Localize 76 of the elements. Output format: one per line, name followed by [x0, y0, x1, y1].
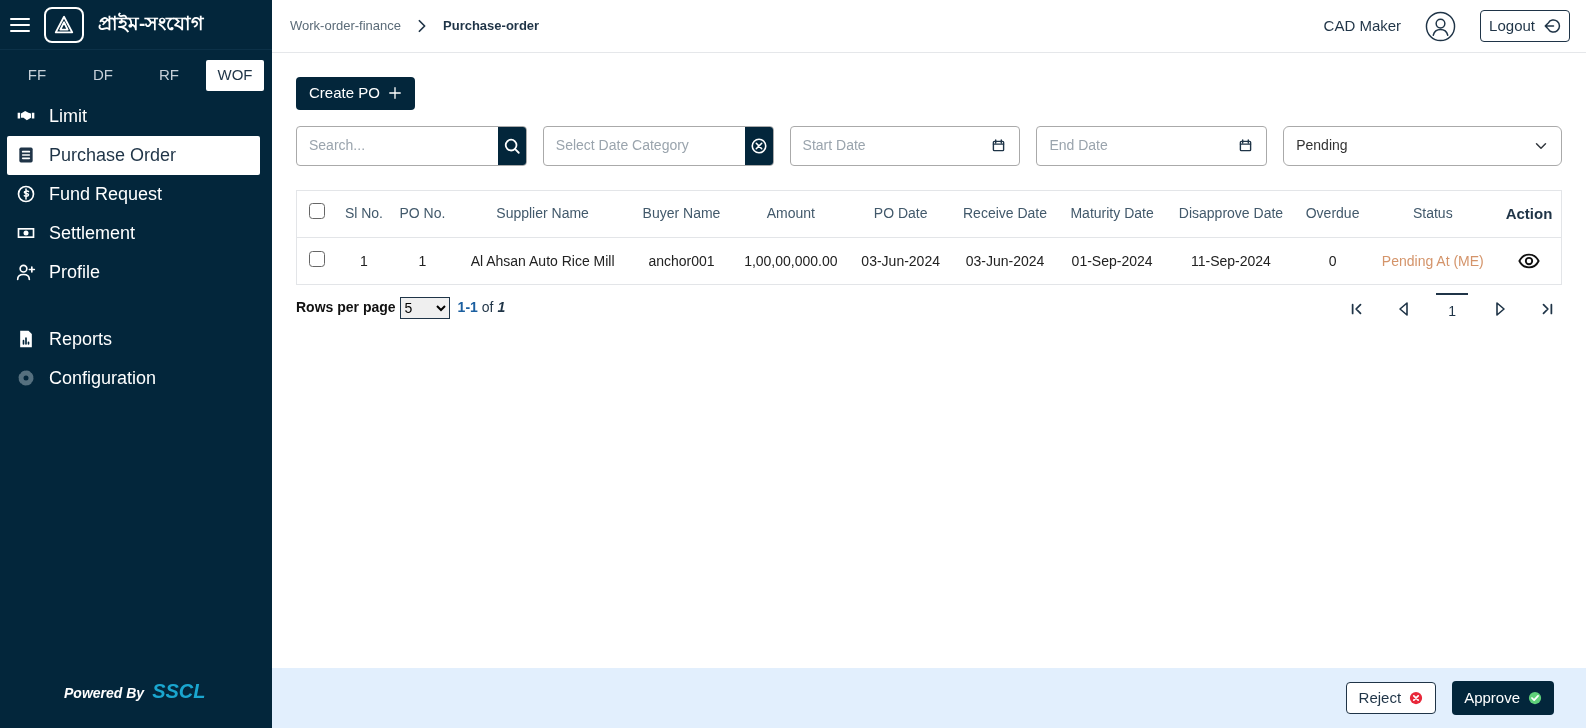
table-cell: 0 — [1296, 237, 1369, 285]
page-range: 1-1 — [457, 298, 478, 318]
page-number-button[interactable]: 1 — [1436, 293, 1468, 323]
sidebar-item[interactable]: Purchase Order — [7, 135, 260, 175]
search-field[interactable]: Search... — [296, 125, 527, 166]
powered-by-text: Powered By — [64, 684, 145, 703]
product-tab[interactable]: WOF — [206, 60, 264, 91]
status-text: Pending At (ME) — [1368, 237, 1498, 285]
logout-icon — [1543, 17, 1561, 35]
total-count: 1 — [497, 298, 506, 318]
plus-icon — [387, 86, 402, 101]
column-header: Amount — [731, 190, 851, 238]
end-date-input[interactable]: End Date — [1037, 135, 1240, 156]
column-header: Sl No. — [337, 190, 391, 238]
last-page-icon — [1540, 301, 1554, 316]
create-po-button[interactable]: Create PO — [296, 77, 415, 110]
of-label: of — [481, 298, 494, 318]
sidebar-item[interactable]: Fund Request — [7, 174, 260, 214]
column-header: Action — [1497, 190, 1561, 238]
triangle-logo-drawing — [53, 13, 75, 36]
table-cell: 01-Sep-2024 — [1058, 237, 1166, 285]
rows-per-page-select[interactable]: 5 — [399, 296, 450, 319]
column-header: Supplier Name — [453, 190, 632, 238]
select-all-checkbox[interactable] — [309, 203, 325, 220]
table-cell: 11-Sep-2024 — [1165, 237, 1297, 285]
calendar-icon — [992, 139, 1006, 152]
close-circle-icon — [749, 136, 768, 155]
company-name: SSCL — [152, 679, 206, 704]
date-category-input[interactable]: Select Date Category — [543, 135, 745, 156]
logout-button[interactable]: Logout — [1480, 9, 1570, 43]
table-cell: 03-Jun-2024 — [951, 237, 1059, 285]
user-plus-icon — [15, 262, 37, 282]
user-name: CAD Maker — [1323, 15, 1402, 36]
rows-per-page-label: Rows per page — [296, 298, 396, 318]
breadcrumb-link[interactable]: Work-order-finance — [290, 16, 402, 36]
column-header: Receive Date — [951, 190, 1059, 238]
product-tab[interactable]: RF — [140, 60, 198, 91]
column-header: Buyer Name — [631, 190, 732, 238]
sidebar-item[interactable]: Limit — [7, 96, 260, 136]
end-date-field[interactable]: End Date — [1036, 125, 1268, 166]
chevron-right-icon — [417, 19, 428, 33]
start-date-input[interactable]: Start Date — [790, 135, 993, 156]
calendar-icon — [1239, 139, 1253, 152]
sidebar-item[interactable]: Settlement — [7, 213, 260, 253]
column-header: Maturity Date — [1058, 190, 1166, 238]
table-cell: 1 — [337, 237, 391, 285]
date-category-field[interactable]: Select Date Category — [542, 125, 774, 166]
table-cell: 1,00,00,000.00 — [731, 237, 851, 285]
search-icon — [502, 136, 521, 155]
dollar-circle-icon — [15, 184, 37, 204]
status-select[interactable]: Pending — [1283, 125, 1562, 166]
table-cell: 1 — [390, 237, 454, 285]
reject-button[interactable]: Reject — [1345, 681, 1437, 715]
table-cell: anchor001 — [631, 237, 732, 285]
table-cell: Al Ahsan Auto Rice Mill — [453, 237, 632, 285]
column-header: Status — [1368, 190, 1498, 238]
sidebar-item[interactable]: Profile — [7, 252, 260, 292]
column-header: Disapprove Date — [1165, 190, 1297, 238]
start-date-field[interactable]: Start Date — [789, 125, 1021, 166]
error-circle-icon — [1409, 691, 1424, 705]
approve-button[interactable]: Approve — [1452, 680, 1554, 716]
product-tab[interactable]: DF — [74, 60, 132, 91]
column-header: PO No. — [390, 190, 454, 238]
column-header: Overdue — [1296, 190, 1369, 238]
product-tab[interactable]: FF — [8, 60, 66, 91]
breadcrumb-current: Purchase-order — [443, 17, 540, 36]
brand-name: প্রাইম-সংযোগ — [98, 11, 204, 37]
check-circle-icon — [1528, 691, 1542, 705]
row-checkbox[interactable] — [309, 250, 325, 267]
sidebar-item[interactable]: Reports — [7, 319, 260, 359]
column-header: PO Date — [850, 190, 952, 238]
table-cell: 03-Jun-2024 — [850, 237, 952, 285]
search-input[interactable]: Search... — [297, 135, 498, 156]
user-avatar-icon — [1425, 10, 1457, 42]
sidebar-item[interactable]: Configuration — [7, 358, 260, 398]
menu-icon — [10, 16, 30, 33]
